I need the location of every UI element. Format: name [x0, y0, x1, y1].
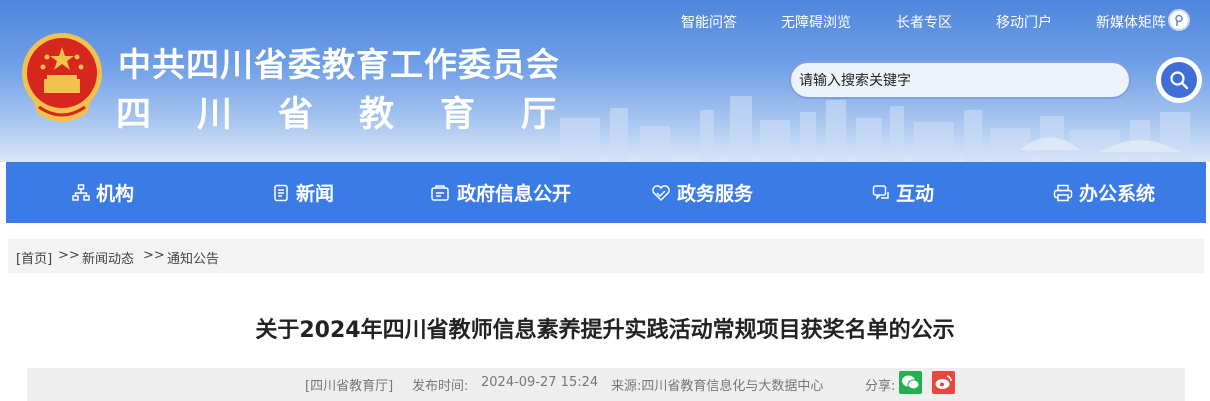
- top-link-smart-qa[interactable]: 智能问答: [681, 12, 737, 32]
- service-heart-icon: [652, 184, 670, 201]
- site-header: 中共四川省委教育工作委员会 四川省教育厅 智能问答 无障碍浏览 长者专区 移动门…: [0, 0, 1210, 162]
- printer-icon: [1053, 184, 1073, 201]
- main-nav: 机构 新闻 政府信息公开 政务服务 互动 办公系统: [6, 162, 1206, 223]
- breadcrumb-notice-link[interactable]: 通知公告: [167, 248, 219, 267]
- search-icon: [1170, 71, 1189, 90]
- nav-item-label: 机构: [96, 183, 135, 205]
- nav-item-gov-service[interactable]: 政务服务: [651, 162, 753, 223]
- source-label: 来源:四川省教育信息化与大数据中心: [611, 379, 824, 394]
- search-field[interactable]: [789, 61, 1131, 99]
- nav-item-label: 办公系统: [1079, 183, 1156, 205]
- article-meta: [四川省教育厅] 发布时间: 2024-09-27 15:24 来源:四川省教育…: [27, 368, 1185, 401]
- search-input[interactable]: [799, 70, 1119, 92]
- weibo-share-button[interactable]: [932, 371, 955, 394]
- article-title: 关于2024年四川省教师信息素养提升实践活动常规项目获奖名单的公示: [255, 318, 955, 343]
- nav-item-label: 政府信息公开: [457, 183, 572, 205]
- breadcrumb-news-link[interactable]: 新闻动态: [82, 248, 134, 267]
- info-open-icon: [431, 184, 449, 201]
- nav-item-label: 互动: [896, 183, 935, 205]
- nav-item-label: 新闻: [296, 183, 335, 205]
- org-title: 中共四川省委教育工作委员会: [118, 45, 560, 84]
- top-link-new-media[interactable]: 新媒体矩阵: [1096, 12, 1166, 32]
- publish-time-label: 发布时间:: [412, 379, 469, 394]
- breadcrumb-separator: >>: [143, 248, 165, 263]
- publisher-label: [四川省教育厅]: [305, 379, 394, 394]
- nav-item-news[interactable]: 新闻: [272, 162, 334, 223]
- org-chart-icon: [72, 183, 90, 201]
- chat-icon: [872, 184, 889, 200]
- breadcrumb: [首页] >> 新闻动态 >> 通知公告: [8, 239, 1204, 273]
- breadcrumb-home-link[interactable]: [首页]: [16, 248, 52, 267]
- nav-item-label: 政务服务: [677, 183, 754, 205]
- top-links: 智能问答 无障碍浏览 长者专区 移动门户 新媒体矩阵: [0, 12, 1210, 32]
- wechat-share-button[interactable]: [899, 371, 922, 394]
- top-link-elderly[interactable]: 长者专区: [896, 12, 952, 32]
- nav-item-org[interactable]: 机构: [72, 162, 134, 223]
- breadcrumb-separator: >>: [58, 248, 80, 263]
- wechat-icon: [902, 375, 920, 390]
- weibo-icon: [935, 375, 952, 389]
- top-link-accessibility[interactable]: 无障碍浏览: [781, 12, 851, 32]
- share-label: 分享:: [865, 379, 896, 394]
- top-link-mobile[interactable]: 移动门户: [996, 12, 1052, 32]
- publish-time-value: 2024-09-27 15:24: [481, 375, 599, 390]
- nav-item-gov-info[interactable]: 政府信息公开: [431, 162, 571, 223]
- new-media-icon[interactable]: [1168, 9, 1190, 31]
- nav-item-office-system[interactable]: 办公系统: [1053, 162, 1155, 223]
- nav-item-interaction[interactable]: 互动: [872, 162, 934, 223]
- dept-title: 四川省教育厅: [116, 95, 603, 135]
- search-button[interactable]: [1156, 57, 1202, 103]
- national-emblem-logo: [22, 33, 102, 122]
- news-icon: [274, 184, 288, 201]
